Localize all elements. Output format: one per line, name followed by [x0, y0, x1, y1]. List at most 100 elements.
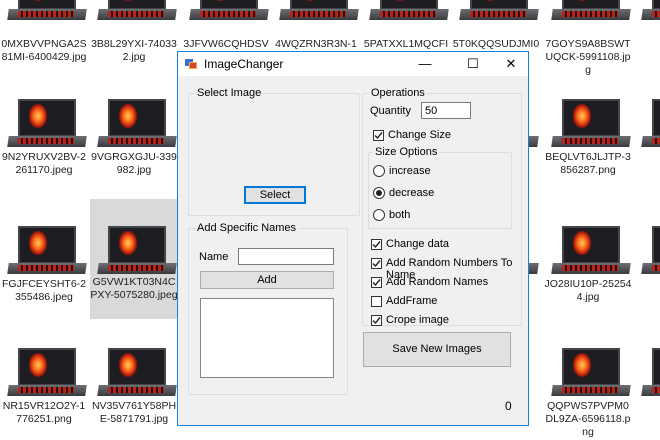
image-thumbnail [7, 348, 87, 396]
imagechanger-window: ImageChanger — ☐ ✕ Select Image Select A… [177, 51, 529, 426]
file-name: BEQLVT6JLJTP-3856287.png [545, 151, 631, 176]
image-thumbnail [551, 99, 631, 147]
file-name: 7GOYS9A8BSWTUQCK-5991108.jpg [545, 38, 631, 76]
file-name: 5PATXXL1MQCFI [363, 38, 449, 50]
names-listbox[interactable] [200, 298, 334, 378]
image-thumbnail [369, 0, 449, 20]
crop-image-checkbox[interactable] [371, 315, 382, 326]
file-name: 9VGRGXGJU-339982.jpg [91, 151, 177, 176]
size-options-group: Size Options increase decrease both [368, 146, 512, 229]
radio-both[interactable] [373, 209, 385, 221]
check-icon [372, 241, 381, 249]
check-icon [372, 317, 381, 325]
close-button[interactable]: ✕ [496, 52, 526, 76]
file-item[interactable]: T12 [634, 348, 660, 440]
file-name: 7XD [634, 38, 660, 51]
name-input[interactable] [238, 248, 334, 265]
image-thumbnail [641, 348, 660, 396]
image-thumbnail [641, 99, 660, 147]
image-thumbnail [189, 0, 269, 20]
file-item[interactable]: NR15VR12O2Y-1776251.png [0, 348, 88, 440]
file-name: DICI [634, 151, 660, 164]
image-thumbnail [551, 348, 631, 396]
quantity-label: Quantity [370, 105, 411, 117]
file-item[interactable]: 9VGRGXGJU-339982.jpg [90, 99, 178, 191]
add-random-names-checkbox[interactable] [371, 277, 382, 288]
file-name: 5T0KQQSUDJMI0 [452, 38, 540, 50]
image-thumbnail [97, 99, 177, 147]
image-thumbnail [7, 0, 87, 20]
change-data-label: Change data [386, 238, 449, 250]
file-name: JO28IU10P-252544.jpg [544, 278, 632, 303]
file-item[interactable]: 7XD [634, 0, 660, 84]
image-thumbnail [97, 348, 177, 396]
add-random-numbers-checkbox[interactable] [371, 258, 382, 269]
window-title: ImageChanger [204, 57, 284, 71]
check-icon [374, 132, 383, 140]
file-item[interactable]: BEQLVT6JLJTP-3856287.png [544, 99, 632, 191]
add-frame-checkbox[interactable] [371, 296, 382, 307]
file-item[interactable]: JY0 [634, 226, 660, 318]
change-size-label: Change Size [388, 129, 451, 141]
image-thumbnail [641, 0, 660, 20]
file-name: 0MXBVVPNGA2S81MI-6400429.jpg [1, 38, 87, 63]
change-data-checkbox[interactable] [371, 239, 382, 250]
radio-both-label: both [389, 209, 411, 221]
minimize-button[interactable]: — [410, 52, 440, 76]
file-item[interactable]: 0MXBVVPNGA2S81MI-6400429.jpg [0, 0, 88, 84]
image-thumbnail [279, 0, 359, 20]
file-item[interactable]: FGJFCEYSHT6-2355486.jpeg [0, 226, 88, 318]
file-item[interactable]: DICI [634, 99, 660, 191]
file-name: NV35V761Y58PHE-5871791.jpg [91, 400, 177, 425]
maximize-button[interactable]: ☐ [458, 52, 488, 76]
check-icon [372, 260, 381, 268]
name-label: Name [199, 251, 229, 263]
image-thumbnail [97, 0, 177, 20]
crop-image-label: Crope image [386, 314, 449, 326]
radio-increase[interactable] [373, 165, 385, 177]
radio-increase-label: increase [389, 165, 431, 177]
quantity-input[interactable] [421, 102, 471, 119]
counter-label: 0 [505, 399, 512, 413]
select-button[interactable]: Select [244, 186, 306, 204]
check-icon [372, 279, 381, 287]
file-name: T12 [634, 400, 660, 413]
radio-decrease[interactable] [373, 187, 385, 199]
image-thumbnail [97, 226, 177, 274]
save-new-images-button[interactable]: Save New Images [363, 332, 511, 367]
add-names-group-label: Add Specific Names [195, 222, 299, 234]
file-name: G5VW1KT03N4CPXY-5075280.jpeg [90, 276, 178, 301]
file-item[interactable]: JO28IU10P-252544.jpg [544, 226, 632, 318]
radio-decrease-label: decrease [389, 187, 435, 199]
operations-group: Operations Quantity Change Size Size Opt… [362, 87, 522, 326]
file-item[interactable]: 7GOYS9A8BSWTUQCK-5991108.jpg [544, 0, 632, 84]
image-thumbnail [641, 226, 660, 274]
image-thumbnail [7, 226, 87, 274]
file-name: FGJFCEYSHT6-2355486.jpeg [1, 278, 86, 303]
file-item[interactable]: QQPWS7PVPM0DL9ZA-6596118.png [544, 348, 632, 440]
file-name: 9N2YRUXV2BV-2261170.jpeg [1, 151, 87, 176]
select-image-group-label: Select Image [195, 87, 264, 99]
change-size-checkbox[interactable] [373, 130, 384, 141]
image-thumbnail [551, 0, 631, 20]
file-item[interactable]: NV35V761Y58PHE-5871791.jpg [90, 348, 178, 440]
file-item[interactable]: G5VW1KT03N4CPXY-5075280.jpeg [90, 199, 178, 319]
size-options-group-label: Size Options [373, 146, 440, 158]
file-name: NR15VR12O2Y-1776251.png [2, 400, 86, 425]
title-bar[interactable]: ImageChanger — ☐ ✕ [178, 52, 528, 76]
operations-group-label: Operations [369, 87, 427, 99]
image-thumbnail [459, 0, 539, 20]
image-thumbnail [7, 99, 87, 147]
radio-selected-dot [376, 190, 382, 196]
file-item[interactable]: 9N2YRUXV2BV-2261170.jpeg [0, 99, 88, 191]
add-button[interactable]: Add [200, 271, 334, 289]
add-random-names-label: Add Random Names [386, 276, 489, 288]
add-names-group: Add Specific Names Name Add [188, 222, 348, 395]
file-name: 4WQZRN3R3N-1 [275, 38, 357, 50]
image-thumbnail [551, 226, 631, 274]
select-image-group: Select Image Select [188, 87, 360, 216]
file-item[interactable]: 3B8L29YXI-740332.jpg [90, 0, 178, 84]
add-frame-label: AddFrame [386, 295, 438, 307]
file-name: 3B8L29YXI-740332.jpg [91, 38, 177, 63]
app-icon [185, 59, 197, 69]
